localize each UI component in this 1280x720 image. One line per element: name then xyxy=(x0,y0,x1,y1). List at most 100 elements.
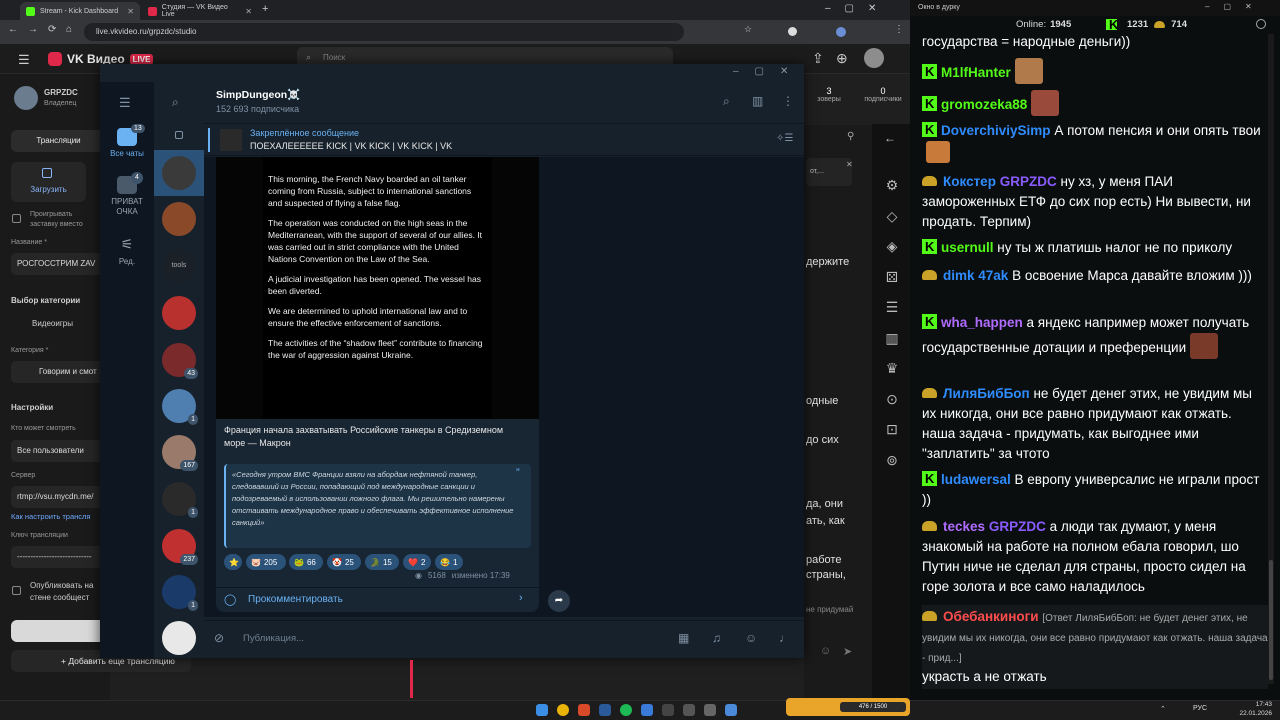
clock[interactable]: 17:43 22.01.2026 xyxy=(1238,700,1272,718)
reaction-star[interactable]: ⭐ xyxy=(224,554,242,570)
close-notice-icon[interactable]: ✕ xyxy=(846,160,853,169)
extension-icon[interactable] xyxy=(788,27,797,36)
url-field[interactable]: live.vkvideo.ru/grpzdc/studio xyxy=(84,23,684,41)
start-stream-button[interactable] xyxy=(11,620,106,642)
language-indicator[interactable]: РУС xyxy=(1193,705,1207,712)
user-avatar[interactable] xyxy=(864,48,884,68)
bookmark-star-icon[interactable]: ☆ xyxy=(744,24,752,35)
new-tab-icon[interactable]: + xyxy=(262,3,268,15)
chrome-icon[interactable] xyxy=(557,704,569,716)
upload-icon[interactable]: ⇪ xyxy=(812,50,824,67)
videogames-tab[interactable]: Видеоигры xyxy=(32,319,73,328)
chat-entry[interactable]: 237 xyxy=(162,529,198,565)
tab-vk-studio[interactable]: Студия — VK Видео Live ✕ xyxy=(142,2,258,20)
hamburger-menu-icon[interactable]: ☰ xyxy=(18,52,30,68)
username[interactable]: Кокстер xyxy=(943,174,996,189)
app-icon[interactable] xyxy=(725,704,737,716)
chat-avatar[interactable]: tools xyxy=(162,249,196,283)
forward-icon[interactable]: ➦ xyxy=(548,590,570,612)
folder-all-chats[interactable]: 13 Все чаты xyxy=(100,124,154,158)
attach-icon[interactable]: ⊘ xyxy=(214,631,224,645)
menu-kebab-icon[interactable]: ⋮ xyxy=(894,24,904,35)
app-icon[interactable] xyxy=(683,704,695,716)
username[interactable]: dimk 47ak xyxy=(943,268,1008,283)
reaction-croc[interactable]: 🐊 15 xyxy=(365,554,399,570)
chat-avatar[interactable] xyxy=(162,296,196,330)
publish-checkbox[interactable] xyxy=(12,586,21,595)
pinned-list-icon[interactable]: ✧☰ xyxy=(776,133,793,144)
server-input[interactable]: rtmp://vsu.mycdn.me/ xyxy=(11,486,106,508)
username[interactable]: usernull xyxy=(941,240,994,255)
reload-icon[interactable]: ⟳ xyxy=(48,24,56,35)
chat-entry[interactable]: 43 xyxy=(162,343,198,379)
close-tab-icon[interactable]: ✕ xyxy=(127,7,134,16)
chat-entry[interactable]: 1 xyxy=(162,389,198,425)
calendar-icon[interactable]: ▦ xyxy=(678,631,689,645)
username[interactable]: gromozeka88 xyxy=(941,97,1027,112)
who-watch-select[interactable]: Все пользователи xyxy=(11,440,106,462)
channel-name[interactable]: SimpDungeon☠️ xyxy=(216,88,300,101)
home-icon[interactable]: ⌂ xyxy=(66,24,72,35)
tg-menu-icon[interactable]: ☰ xyxy=(119,95,131,111)
chat-scrollbar-thumb[interactable] xyxy=(1269,560,1273,680)
app-icon[interactable] xyxy=(704,704,716,716)
emoji-icon[interactable]: ☺ xyxy=(745,631,757,645)
reaction-heart[interactable]: ❤️ 2 xyxy=(403,554,431,570)
loop-checkbox[interactable] xyxy=(12,214,21,223)
back-icon[interactable]: ← xyxy=(8,24,18,35)
tg-window-controls[interactable]: –▢✕ xyxy=(733,66,804,77)
chat-entry[interactable]: 167 xyxy=(162,435,198,471)
mic-icon[interactable]: ♩ xyxy=(779,631,791,645)
reaction-clown[interactable]: 🤡 25 xyxy=(327,554,361,570)
folder-edit[interactable]: ⚟ Ред. xyxy=(100,236,154,266)
mention[interactable]: GRPZDC xyxy=(1000,174,1057,189)
chat-avatar[interactable] xyxy=(162,621,196,655)
forward-icon[interactable]: → xyxy=(28,24,38,35)
chat-avatar[interactable] xyxy=(162,156,196,190)
compose-input[interactable]: Публикация... xyxy=(243,633,304,644)
close-tab-icon[interactable]: ✕ xyxy=(245,7,252,16)
username[interactable]: teckes xyxy=(943,519,985,534)
username[interactable]: DoverchiviySimp xyxy=(941,123,1051,138)
reaction-laugh[interactable]: 😂 1 xyxy=(435,554,463,570)
start-icon[interactable] xyxy=(536,704,548,716)
send-icon[interactable]: ➤ xyxy=(843,645,852,658)
chat-entry[interactable]: 1 xyxy=(162,482,198,518)
tg-search-icon[interactable]: ⌕ xyxy=(172,95,179,110)
bell-icon[interactable]: ♫ xyxy=(712,631,721,645)
tray-chevron-icon[interactable]: ⌃ xyxy=(1160,705,1166,713)
add-icon[interactable]: ⊕ xyxy=(836,50,848,67)
pin-panel-icon[interactable]: ⚲ xyxy=(847,131,854,142)
app-icon[interactable] xyxy=(578,704,590,716)
key-input[interactable]: ---------------------------- xyxy=(11,546,106,568)
collapse-arrow-icon[interactable]: ← xyxy=(884,131,896,145)
chat-entry[interactable]: 1 xyxy=(162,575,198,611)
window-controls[interactable]: –▢✕ xyxy=(825,3,890,14)
profile-avatar-icon[interactable] xyxy=(836,27,846,37)
spotify-icon[interactable] xyxy=(620,704,632,716)
tab-kick-dashboard[interactable]: Stream - Kick Dashboard ✕ xyxy=(20,2,140,20)
chat-settings-icon[interactable] xyxy=(1256,19,1266,29)
mention[interactable]: GRPZDC xyxy=(989,519,1046,534)
telegram-icon[interactable] xyxy=(641,704,653,716)
username[interactable]: Обебанкиноги xyxy=(943,609,1039,624)
reaction-pig[interactable]: 🐷 205 xyxy=(246,554,286,570)
stream-name-input[interactable]: РОСГОССТРИМ ZAV xyxy=(11,253,106,275)
folder-private[interactable]: 4 ПРИВАТ ОЧКА xyxy=(100,172,154,217)
chat-window-controls[interactable]: –▢✕ xyxy=(1205,2,1266,11)
username[interactable]: ЛиляБибБоп xyxy=(943,386,1030,401)
nav-streams[interactable]: Трансляции xyxy=(11,130,106,152)
emoji-icon[interactable]: ☺ xyxy=(820,645,831,657)
chat-avatar[interactable] xyxy=(162,202,196,236)
obs-icon[interactable] xyxy=(662,704,674,716)
reaction-frog[interactable]: 🐸 66 xyxy=(289,554,323,570)
more-icon[interactable]: ⋮ xyxy=(782,94,794,108)
header-search-icon[interactable]: ⌕ xyxy=(723,94,730,109)
sidebar-toggle-icon[interactable]: ▥ xyxy=(752,94,763,108)
howto-link[interactable]: Как настроить трансля xyxy=(11,512,90,521)
archive-icon[interactable] xyxy=(175,131,183,139)
username[interactable]: ludawersal xyxy=(941,472,1011,487)
username[interactable]: M1lfHanter xyxy=(941,65,1011,80)
tool-icons[interactable]: ⚙ ◇ ◈ ⚄ ☰ ▥ ♛ ⊙ ⊡ ⊚ xyxy=(882,170,902,475)
username[interactable]: wha_happen xyxy=(941,315,1023,330)
